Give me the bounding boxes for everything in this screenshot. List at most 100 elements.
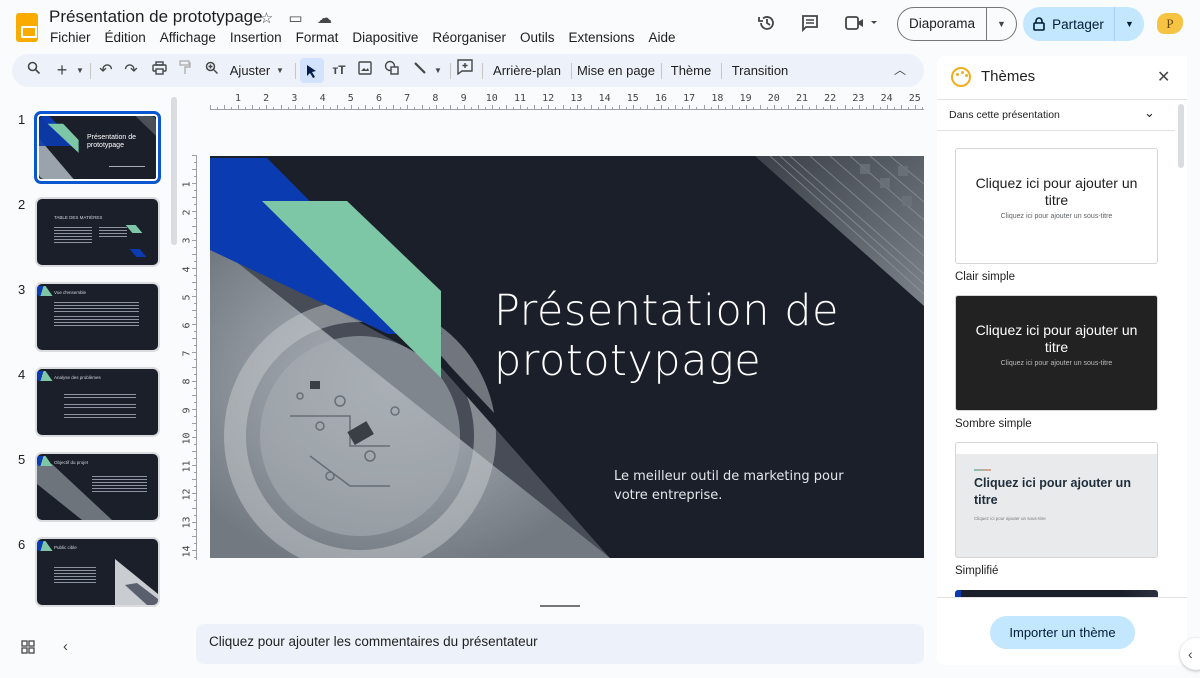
meet-icon[interactable] xyxy=(845,14,881,37)
line-tool-icon[interactable] xyxy=(410,54,430,87)
ruler-tick-label: 6 xyxy=(181,322,193,329)
menu-format[interactable]: Format xyxy=(289,29,346,47)
ruler-tick xyxy=(194,246,197,248)
star-icon[interactable]: ☆ xyxy=(258,9,275,27)
ruler-tick xyxy=(192,535,197,537)
new-slide-icon[interactable]: + xyxy=(52,54,72,87)
layout-button[interactable]: Mise en page xyxy=(575,54,657,87)
collapse-filmstrip-icon[interactable]: ‹ xyxy=(63,638,68,655)
ruler-tick xyxy=(194,260,197,262)
transition-button[interactable]: Transition xyxy=(726,54,794,87)
separator xyxy=(571,63,572,79)
slideshow-button[interactable]: Diaporama xyxy=(898,8,987,40)
redo-icon[interactable]: ↷ xyxy=(121,54,141,87)
themes-scrollbar[interactable] xyxy=(1178,104,1184,168)
cloud-saved-icon[interactable]: ☁ xyxy=(316,9,333,27)
ruler-tick xyxy=(717,105,719,110)
slideshow-button-group: Diaporama ▼ xyxy=(897,7,1017,41)
menu-file[interactable]: Fichier xyxy=(43,29,98,47)
chevron-down-icon: ⌄ xyxy=(1144,105,1155,120)
menu-extensions[interactable]: Extensions xyxy=(561,29,641,47)
slide-subtitle[interactable]: Le meilleur outil de marketing pour votr… xyxy=(614,467,864,505)
version-history-icon[interactable] xyxy=(757,13,777,38)
zoom-dropdown-icon[interactable]: ▼ xyxy=(273,54,287,87)
share-button[interactable]: Partager xyxy=(1023,7,1115,41)
menu-view[interactable]: Affichage xyxy=(153,29,223,47)
menu-edit[interactable]: Édition xyxy=(98,29,153,47)
slide-number: 1 xyxy=(18,112,26,127)
line-dropdown-icon[interactable]: ▼ xyxy=(431,54,445,87)
document-title[interactable]: Présentation de prototypage xyxy=(49,7,263,27)
zoom-select[interactable]: Ajuster xyxy=(228,54,272,87)
shape-icon[interactable] xyxy=(382,54,402,87)
import-theme-button[interactable]: Importer un thème xyxy=(990,616,1135,649)
ruler-tick xyxy=(513,107,515,110)
theme-preview-title: Cliquez ici pour ajouter un titre xyxy=(974,476,1131,507)
notes-resize-handle[interactable] xyxy=(540,605,580,607)
ruler-tick xyxy=(520,105,522,110)
close-icon[interactable]: ✕ xyxy=(1157,67,1170,87)
side-panel-toggle-icon[interactable]: ‹ xyxy=(1180,638,1200,670)
vertical-ruler[interactable]: 1 2 3 4 5 6 7 8 9 10 11 12 13 14 xyxy=(180,155,197,560)
slide-thumbnail-6[interactable]: Public cible xyxy=(35,537,160,607)
slide-number: 5 xyxy=(18,452,26,467)
print-icon[interactable] xyxy=(149,54,169,87)
menu-insert[interactable]: Insertion xyxy=(223,29,289,47)
text-box-icon[interactable]: тT xyxy=(328,54,350,87)
theme-option-dark[interactable]: Cliquez ici pour ajouter un titre Clique… xyxy=(955,295,1158,430)
slide-thumbnail-3[interactable]: Vue d'ensemble xyxy=(35,282,160,352)
slide-thumbnail-2[interactable]: TABLE DES MATIÈRES xyxy=(35,197,160,267)
add-comment-icon[interactable] xyxy=(454,54,476,87)
ruler-tick xyxy=(893,107,895,110)
ruler-tick xyxy=(534,105,536,110)
ruler-tick xyxy=(192,493,197,495)
menu-help[interactable]: Aide xyxy=(642,29,683,47)
theme-option-light[interactable]: Cliquez ici pour ajouter un titre Clique… xyxy=(955,148,1158,283)
select-tool-icon[interactable] xyxy=(300,58,324,83)
slide-thumbnail-4[interactable]: Analyse des problèmes xyxy=(35,367,160,437)
theme-button[interactable]: Thème xyxy=(666,54,716,87)
slide-canvas[interactable]: Présentation de prototypage Le meilleur … xyxy=(210,156,924,558)
slide-number: 2 xyxy=(18,197,26,212)
search-menus-icon[interactable] xyxy=(24,54,44,87)
comments-icon[interactable] xyxy=(800,13,820,38)
theme-option-simplified[interactable]: Cliquez ici pour ajouter un titre Clique… xyxy=(955,442,1158,577)
theme-preview-subtitle: Cliquez ici pour ajouter un sous-titre xyxy=(1000,360,1113,367)
ruler-tick xyxy=(492,105,493,110)
ruler-tick xyxy=(844,105,846,110)
slide-thumbnail-1[interactable]: Présentation de prototypage xyxy=(34,111,161,184)
new-slide-dropdown-icon[interactable]: ▼ xyxy=(73,54,87,87)
avatar[interactable]: P xyxy=(1157,13,1183,34)
ruler-tick-label: 25 xyxy=(908,93,921,104)
ruler-tick-label: 9 xyxy=(181,407,193,414)
collapse-toolbar-icon[interactable]: ︿ xyxy=(890,54,910,87)
menu-slide[interactable]: Diapositive xyxy=(345,29,425,47)
slide-title[interactable]: Présentation de prototypage xyxy=(494,286,914,386)
zoom-icon[interactable] xyxy=(202,54,222,87)
paint-format-icon[interactable] xyxy=(175,54,195,87)
ruler-tick xyxy=(192,465,197,467)
insert-image-icon[interactable] xyxy=(355,54,375,87)
slide-thumbnail-5[interactable]: Objectif du projet xyxy=(35,452,160,522)
filmstrip-scrollbar[interactable] xyxy=(171,97,177,245)
ruler-tick-label: 11 xyxy=(181,460,193,473)
background-button[interactable]: Arrière-plan xyxy=(488,54,566,87)
share-dropdown-icon[interactable]: ▼ xyxy=(1115,19,1144,29)
thumb-title: TABLE DES MATIÈRES xyxy=(54,215,103,220)
menu-arrange[interactable]: Réorganiser xyxy=(425,29,513,47)
horizontal-ruler[interactable]: 1 2 3 4 5 6 7 8 9 10 11 12 13 14 15 16 17 18 19 20 21 22 23 24 2… xyxy=(196,93,924,110)
speaker-notes[interactable]: Cliquez pour ajouter les commentaires du… xyxy=(196,624,924,664)
ruler-tick xyxy=(710,107,712,110)
grid-view-icon[interactable] xyxy=(21,640,35,658)
ruler-tick xyxy=(449,105,451,110)
menu-tools[interactable]: Outils xyxy=(513,29,562,47)
move-to-folder-icon[interactable]: ▭ xyxy=(287,9,304,27)
theme-source-dropdown[interactable]: Dans cette présentation ⌄ xyxy=(937,100,1175,131)
slideshow-dropdown-icon[interactable]: ▼ xyxy=(987,19,1016,29)
undo-icon[interactable]: ↶ xyxy=(96,54,116,87)
ruler-tick xyxy=(192,507,197,509)
slides-logo[interactable] xyxy=(16,13,38,42)
ruler-tick xyxy=(194,472,197,474)
ruler-tick-label: 18 xyxy=(711,93,724,104)
ruler-tick xyxy=(922,107,924,110)
